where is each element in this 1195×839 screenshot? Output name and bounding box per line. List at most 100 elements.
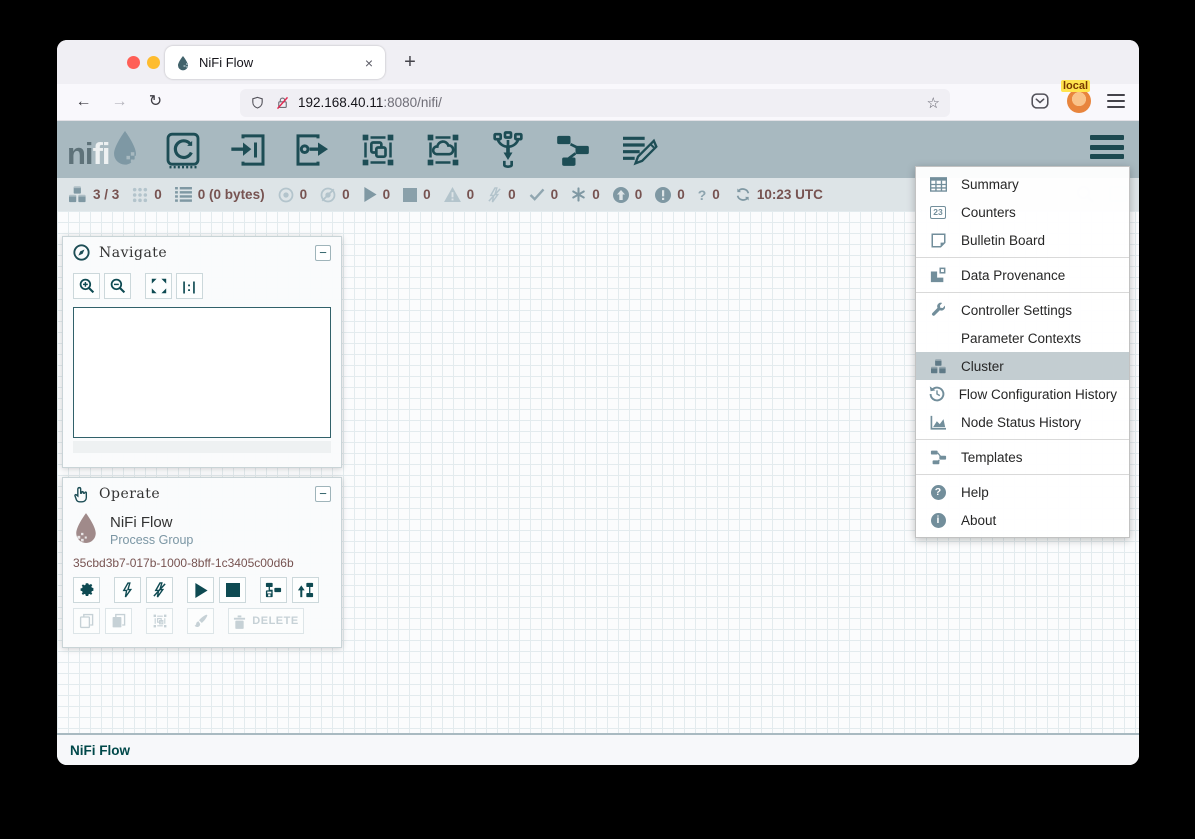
node-status-history-icon xyxy=(930,415,947,430)
menu-divider xyxy=(916,257,1129,258)
new-tab-button[interactable]: + xyxy=(397,50,423,76)
menu-item-data-provenance[interactable]: Data Provenance xyxy=(916,261,1129,289)
menu-item-node-status-history[interactable]: Node Status History xyxy=(916,408,1129,436)
copy-button[interactable] xyxy=(73,608,100,634)
help-icon: ? xyxy=(931,485,946,500)
output-port-component[interactable] xyxy=(292,129,334,171)
enable-button[interactable] xyxy=(114,577,141,603)
operate-panel: Operate − NiFi Flow Process Group 35cbd3… xyxy=(62,477,342,648)
selected-component-id: 35cbd3b7-017b-1000-8bff-1c3405c00d6b xyxy=(63,549,341,572)
running-icon xyxy=(363,187,377,202)
menu-divider xyxy=(916,292,1129,293)
process-group-component[interactable] xyxy=(357,129,399,171)
selected-component-type: Process Group xyxy=(110,533,193,547)
status-queued: 0 (0 bytes) xyxy=(175,187,265,202)
upload-template-button[interactable] xyxy=(292,577,319,603)
cluster-icon xyxy=(68,186,87,203)
paste-button[interactable] xyxy=(105,608,132,634)
cluster-menu-icon xyxy=(930,359,947,374)
disabled-icon xyxy=(487,187,502,203)
navigate-collapse-button[interactable]: − xyxy=(315,245,331,261)
status-up-to-date: 0 xyxy=(529,187,559,202)
delete-button[interactable]: DELETE xyxy=(228,608,304,634)
navigate-panel-title: Navigate xyxy=(99,245,306,261)
data-provenance-icon xyxy=(930,267,946,283)
menu-item-about[interactable]: i About xyxy=(916,506,1129,534)
stop-button[interactable] xyxy=(219,577,246,603)
summary-icon xyxy=(930,177,947,192)
operate-panel-title: Operate xyxy=(99,486,306,502)
zoom-out-button[interactable] xyxy=(104,273,131,299)
fill-color-button[interactable] xyxy=(187,608,214,634)
tab-close-icon[interactable]: × xyxy=(363,55,375,71)
bulletin-board-icon xyxy=(931,233,946,248)
menu-item-help[interactable]: ? Help xyxy=(916,478,1129,506)
menu-item-cluster[interactable]: Cluster xyxy=(916,352,1129,380)
stopped-icon xyxy=(403,188,417,202)
controller-settings-icon xyxy=(930,302,946,318)
breadcrumb[interactable]: NiFi Flow xyxy=(70,743,130,758)
tab-title: NiFi Flow xyxy=(199,55,363,70)
status-running: 0 xyxy=(363,187,391,202)
label-component[interactable] xyxy=(617,129,659,171)
window-minimize-button[interactable] xyxy=(147,56,160,69)
browser-tab[interactable]: NiFi Flow × xyxy=(165,46,385,79)
firefox-menu-icon[interactable] xyxy=(1107,94,1125,108)
forward-button[interactable]: → xyxy=(106,89,133,116)
component-toolbar xyxy=(162,129,659,171)
threads-icon xyxy=(132,187,148,203)
status-locally-modified: 0 xyxy=(571,187,600,202)
menu-item-summary[interactable]: Summary xyxy=(916,170,1129,198)
reload-button[interactable]: ↻ xyxy=(142,89,169,116)
url-bar[interactable]: 192.168.40.11:8080/nifi/ ☆ xyxy=(240,89,950,117)
menu-item-parameter-contexts[interactable]: Parameter Contexts xyxy=(916,324,1129,352)
operate-collapse-button[interactable]: − xyxy=(315,486,331,502)
input-port-component[interactable] xyxy=(227,129,269,171)
zoom-fit-button[interactable] xyxy=(145,273,172,299)
menu-item-controller-settings[interactable]: Controller Settings xyxy=(916,296,1129,324)
invalid-icon xyxy=(444,187,461,202)
template-component[interactable] xyxy=(552,129,594,171)
url-text[interactable]: 192.168.40.11:8080/nifi/ xyxy=(298,95,442,110)
insecure-lock-icon[interactable] xyxy=(275,95,290,111)
stale-icon xyxy=(613,187,629,203)
process-group-drop-icon xyxy=(73,513,99,547)
browser-tab-bar: NiFi Flow × + xyxy=(57,40,1139,84)
start-button[interactable] xyxy=(187,577,214,603)
save-template-button[interactable] xyxy=(260,577,287,603)
pocket-icon[interactable] xyxy=(1029,90,1051,112)
modified-stale-icon xyxy=(655,187,671,203)
group-button[interactable] xyxy=(146,608,173,634)
window-close-button[interactable] xyxy=(127,56,140,69)
nifi-logo: nifi xyxy=(67,131,140,169)
zoom-actual-size-button[interactable]: |:| xyxy=(176,273,203,299)
profile-avatar[interactable]: local xyxy=(1067,89,1091,113)
about-icon: i xyxy=(931,513,946,528)
nifi-global-menu-icon[interactable] xyxy=(1090,135,1124,159)
counters-icon: 23 xyxy=(930,206,946,219)
bookmark-star-icon[interactable]: ☆ xyxy=(927,94,940,112)
back-button[interactable]: ← xyxy=(70,89,97,116)
menu-item-flow-configuration-history[interactable]: Flow Configuration History xyxy=(916,380,1129,408)
processor-component[interactable] xyxy=(162,129,204,171)
menu-item-counters[interactable]: 23 Counters xyxy=(916,198,1129,226)
menu-item-bulletin-board[interactable]: Bulletin Board xyxy=(916,226,1129,254)
status-disabled: 0 xyxy=(487,187,516,203)
birdseye-view[interactable] xyxy=(73,307,331,438)
transmitting-icon xyxy=(278,187,294,203)
disable-button[interactable] xyxy=(146,577,173,603)
screenshot: NiFi Flow × + ← → ↻ 192.168.40.11:8080/n… xyxy=(0,0,1195,839)
status-transmitting: 0 xyxy=(278,187,308,203)
refresh-icon[interactable] xyxy=(735,187,751,202)
not-transmitting-icon xyxy=(320,187,336,203)
funnel-component[interactable] xyxy=(487,129,529,171)
menu-item-templates[interactable]: Templates xyxy=(916,443,1129,471)
nifi-favicon xyxy=(175,55,191,71)
remote-process-group-component[interactable] xyxy=(422,129,464,171)
shield-icon[interactable] xyxy=(250,95,265,111)
configure-button[interactable] xyxy=(73,577,100,603)
last-refresh: 10:23 UTC xyxy=(735,187,823,202)
hand-pointer-icon xyxy=(73,485,90,503)
status-stopped: 0 xyxy=(403,187,431,202)
zoom-in-button[interactable] xyxy=(73,273,100,299)
